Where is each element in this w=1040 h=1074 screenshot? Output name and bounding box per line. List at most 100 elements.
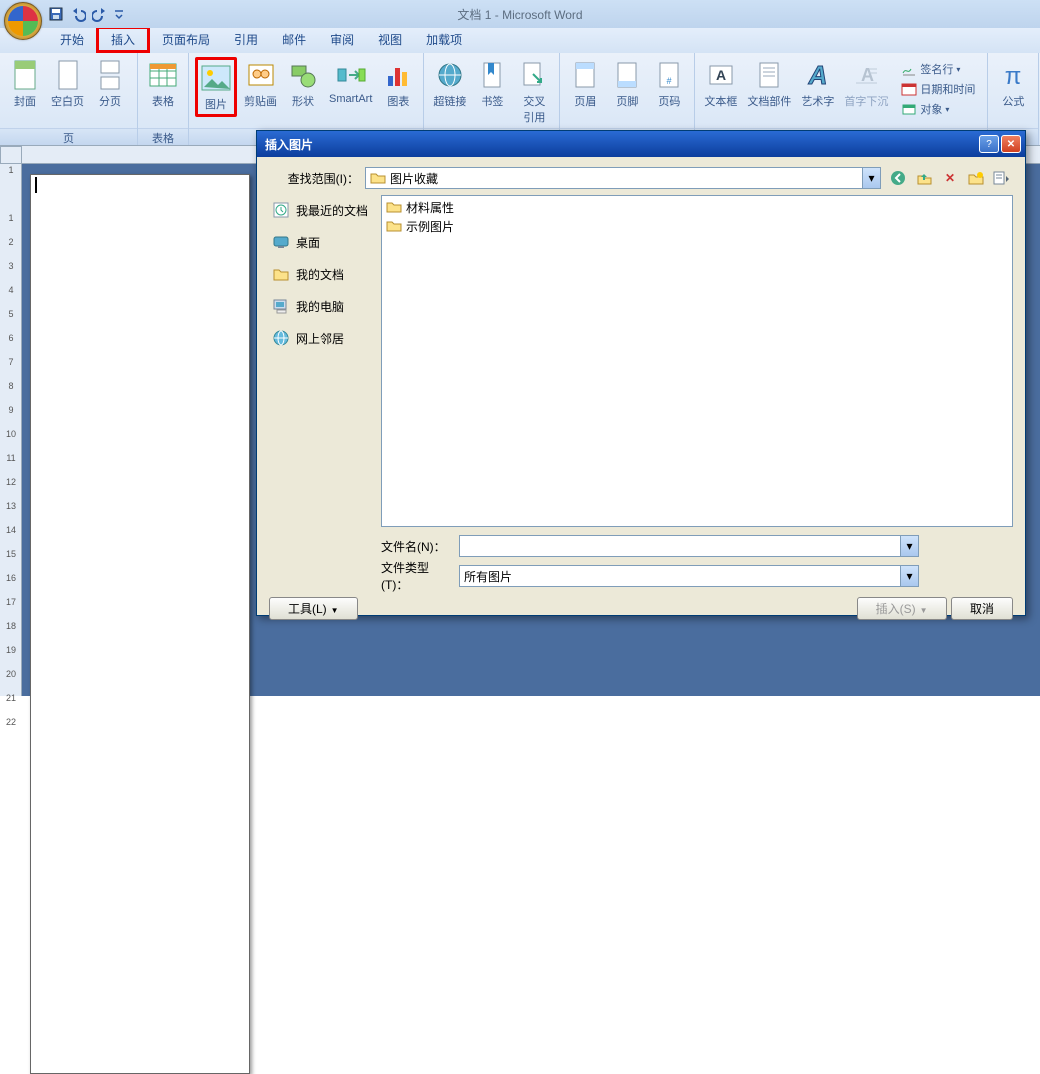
dropcap-button[interactable]: A 首字下沉 — [841, 57, 891, 111]
file-item[interactable]: 示例图片 — [384, 217, 1010, 236]
up-one-level-icon[interactable] — [913, 168, 935, 188]
table-button[interactable]: 表格 — [144, 57, 182, 111]
tab-insert[interactable]: 插入 — [96, 26, 150, 53]
svg-text:A: A — [808, 60, 828, 90]
chart-icon — [382, 59, 414, 91]
shapes-button[interactable]: 形状 — [284, 57, 322, 111]
signature-button[interactable]: 签名行▾ — [899, 59, 977, 79]
picture-button[interactable]: 图片 — [195, 57, 237, 117]
new-folder-icon[interactable] — [965, 168, 987, 188]
blank-page-button[interactable]: 空白页 — [48, 57, 87, 111]
save-icon[interactable] — [48, 6, 64, 22]
chevron-down-icon[interactable]: ▾ — [900, 536, 918, 556]
shapes-icon — [287, 59, 319, 91]
equation-button[interactable]: π 公式 — [994, 57, 1032, 111]
svg-text:A: A — [861, 65, 874, 85]
cover-page-button[interactable]: 封面 — [6, 57, 44, 111]
cover-page-icon — [9, 59, 41, 91]
hyperlink-button[interactable]: 超链接 — [430, 57, 469, 111]
header-icon — [569, 59, 601, 91]
office-button[interactable] — [4, 2, 42, 40]
filename-input[interactable]: ▾ — [459, 535, 919, 557]
tab-home[interactable]: 开始 — [48, 26, 96, 53]
dialog-titlebar[interactable]: 插入图片 ? ✕ — [257, 131, 1025, 157]
crossref-icon — [518, 59, 550, 91]
textbox-button[interactable]: A 文本框 — [701, 57, 740, 111]
dialog-help-button[interactable]: ? — [979, 135, 999, 153]
wordparts-button[interactable]: 文档部件 — [744, 57, 794, 111]
network-icon — [272, 329, 290, 347]
clipart-button[interactable]: 剪贴画 — [241, 57, 280, 111]
dropcap-icon: A — [850, 59, 882, 91]
smartart-button[interactable]: SmartArt — [326, 57, 375, 107]
place-mydocs[interactable]: 我的文档 — [269, 261, 375, 287]
tab-view[interactable]: 视图 — [366, 26, 414, 53]
group-page-label: 页 — [0, 128, 137, 145]
chart-button[interactable]: 图表 — [379, 57, 417, 111]
filetype-label: 文件类型(T)： — [381, 559, 453, 593]
chevron-down-icon[interactable]: ▾ — [862, 168, 880, 188]
object-icon — [901, 101, 917, 117]
cancel-button[interactable]: 取消 — [951, 597, 1013, 620]
datetime-button[interactable]: 日期和时间 — [899, 79, 977, 99]
views-icon[interactable] — [991, 168, 1013, 188]
bookmark-icon — [476, 59, 508, 91]
redo-icon[interactable] — [92, 6, 108, 22]
recent-icon — [272, 201, 290, 219]
tab-review[interactable]: 审阅 — [318, 26, 366, 53]
filetype-combo[interactable]: 所有图片 ▾ — [459, 565, 919, 587]
qat-customize-icon[interactable] — [114, 6, 130, 22]
delete-icon[interactable]: ✕ — [939, 168, 961, 188]
group-table-label: 表格 — [138, 128, 188, 145]
ruler-vertical[interactable]: 112345678910111213141516171819202122 — [0, 164, 22, 696]
titlebar: 文档 1 - Microsoft Word — [0, 0, 1040, 28]
mydocs-icon — [272, 265, 290, 283]
crossref-button[interactable]: 交叉 引用 — [515, 57, 553, 127]
file-list[interactable]: 材料属性示例图片 — [381, 195, 1013, 527]
page[interactable] — [30, 174, 250, 1074]
tools-button[interactable]: 工具(L)▼ — [269, 597, 358, 620]
tab-mail[interactable]: 邮件 — [270, 26, 318, 53]
lookin-label: 查找范围(I)： — [269, 170, 359, 187]
page-break-icon — [94, 59, 126, 91]
tab-layout[interactable]: 页面布局 — [150, 26, 222, 53]
insert-picture-dialog: 插入图片 ? ✕ 查找范围(I)： 图片收藏 ▾ ✕ 我最近的文档 — [256, 130, 1026, 616]
insert-button[interactable]: 插入(S)▼ — [857, 597, 947, 620]
folder-icon — [386, 219, 402, 235]
place-mycomputer[interactable]: 我的电脑 — [269, 293, 375, 319]
svg-text:π: π — [1005, 63, 1022, 90]
blank-page-icon — [52, 59, 84, 91]
computer-icon — [272, 297, 290, 315]
place-desktop[interactable]: 桌面 — [269, 229, 375, 255]
lookin-combo[interactable]: 图片收藏 ▾ — [365, 167, 881, 189]
svg-text:A: A — [716, 67, 726, 83]
hyperlink-icon — [434, 59, 466, 91]
wordart-button[interactable]: A 艺术字 — [798, 57, 837, 111]
textbox-icon: A — [705, 59, 737, 91]
wordparts-icon — [753, 59, 785, 91]
place-network[interactable]: 网上邻居 — [269, 325, 375, 351]
folder-icon — [370, 171, 386, 185]
equation-icon: π — [997, 59, 1029, 91]
dialog-close-button[interactable]: ✕ — [1001, 135, 1021, 153]
footer-button[interactable]: 页脚 — [608, 57, 646, 111]
text-cursor — [35, 177, 39, 193]
back-icon[interactable] — [887, 168, 909, 188]
table-icon — [147, 59, 179, 91]
filename-label: 文件名(N)： — [381, 538, 453, 555]
file-item[interactable]: 材料属性 — [384, 198, 1010, 217]
pagenum-button[interactable]: # 页码 — [650, 57, 688, 111]
ruler-corner — [0, 146, 22, 164]
undo-icon[interactable] — [70, 6, 86, 22]
bookmark-button[interactable]: 书签 — [473, 57, 511, 111]
tab-references[interactable]: 引用 — [222, 26, 270, 53]
header-button[interactable]: 页眉 — [566, 57, 604, 111]
chevron-down-icon[interactable]: ▾ — [900, 566, 918, 586]
folder-icon — [386, 200, 402, 216]
tab-addins[interactable]: 加载项 — [414, 26, 474, 53]
place-recent[interactable]: 我最近的文档 — [269, 197, 375, 223]
page-break-button[interactable]: 分页 — [91, 57, 129, 111]
smartart-icon — [335, 59, 367, 91]
datetime-icon — [901, 81, 917, 97]
object-button[interactable]: 对象▾ — [899, 99, 977, 119]
